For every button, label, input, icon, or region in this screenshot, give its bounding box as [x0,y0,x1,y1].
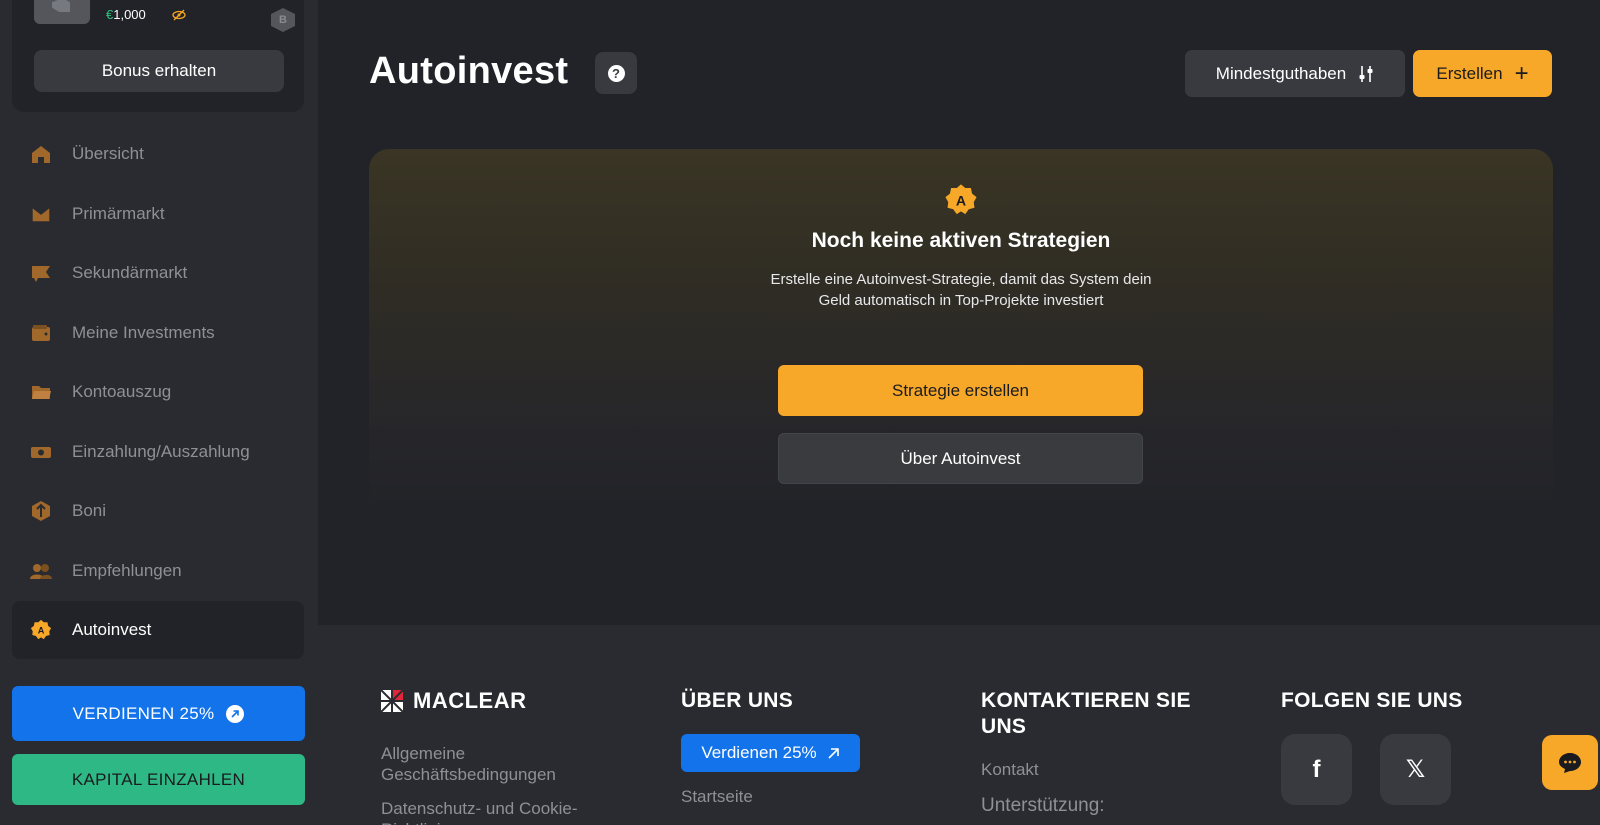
help-button[interactable]: ? [595,52,637,94]
sidebar-item-empfehlungen[interactable]: Empfehlungen [12,542,304,600]
bonus-icon [30,500,52,522]
terms-link[interactable]: Allgemeine Geschäftsbedingungen [381,743,601,785]
contact-heading: KONTAKTIEREN SIE UNS [981,689,1191,738]
deposit-capital-button[interactable]: KAPITAL EINZAHLEN [12,754,305,805]
logo-text: MACLEAR [413,688,527,713]
contact-link[interactable]: Kontakt [981,759,1039,780]
about-us-heading: ÜBER UNS [681,689,794,712]
create-label: Erstellen [1436,63,1503,83]
maclear-logo-icon [381,690,403,712]
sidebar: €1,000 B Bonus erhalten Übersicht Primär… [0,0,318,825]
chat-widget[interactable] [1536,735,1600,795]
sidebar-item-label: Einzahlung/Auszahlung [72,441,250,461]
earn-25-label: VERDIENEN 25% [72,703,215,723]
x-twitter-icon[interactable]: 𝕏 [1380,734,1451,805]
earn-25-button[interactable]: VERDIENEN 25% [12,686,305,741]
chat-icon [1559,752,1581,773]
sidebar-item-label: Meine Investments [72,322,215,342]
empty-state-description: Erstelle eine Autoinvest-Strategie, dami… [770,271,1152,309]
svg-text:A: A [38,626,45,636]
arrow-up-right-icon [828,747,839,759]
sliders-icon [1359,65,1373,82]
earn-chip-label: Verdienen 25% [701,743,817,762]
sidebar-item-label: Primärmarkt [72,203,165,223]
empty-state-title: Noch keine aktiven Strategien [811,229,1111,252]
create-strategy-button[interactable]: Strategie erstellen [778,365,1143,416]
sidebar-item-kontoauszug[interactable]: Kontoauszug [12,363,304,421]
profile-card: €1,000 B Bonus erhalten [12,0,304,112]
home-link[interactable]: Startseite [681,786,753,807]
folder-icon [30,381,52,403]
sidebar-item-label: Autoinvest [72,620,152,639]
earn-25-chip[interactable]: Verdienen 25% [681,734,860,772]
create-button[interactable]: Erstellen + [1413,50,1552,97]
eye-slash-icon[interactable] [172,9,186,24]
min-balance-button[interactable]: Mindestguthaben [1185,50,1405,97]
sidebar-item-sekundaermarkt[interactable]: Sekundärmarkt [12,244,304,302]
cash-icon [30,441,52,463]
min-balance-label: Mindestguthaben [1215,63,1347,83]
plus-icon: + [1514,59,1529,87]
autoinvest-badge-icon: A [945,184,977,215]
arrow-up-right-icon [226,704,245,723]
sidebar-item-label: Boni [72,501,107,520]
balance-value: 1,000 [113,7,146,22]
question-icon: ? [607,64,625,82]
sidebar-nav: Übersicht Primärmarkt Sekundärmarkt Mein… [12,125,304,661]
inbox-icon [30,203,52,225]
follow-us-heading: FOLGEN SIE UNS [1281,689,1463,712]
facebook-icon[interactable]: f [1281,734,1352,805]
autoinvest-icon: A [30,619,52,641]
sidebar-item-label: Empfehlungen [72,560,182,580]
wallet-icon [30,322,52,344]
page-title: Autoinvest [369,50,569,92]
sidebar-item-label: Übersicht [72,144,144,163]
level-badge: B [271,8,295,32]
flag-icon [30,262,52,284]
sidebar-item-label: Sekundärmarkt [72,263,188,282]
empty-state-card: A Noch keine aktiven Strategien Erstelle… [369,149,1553,509]
avatar[interactable] [34,0,90,24]
badge-letter: A [956,194,966,210]
sidebar-item-boni[interactable]: Boni [12,482,304,540]
sidebar-item-primaermarkt[interactable]: Primärmarkt [12,185,304,243]
sidebar-item-label: Kontoauszug [72,382,172,401]
balance-display: €1,000 [106,7,146,22]
users-icon [30,560,52,582]
logo[interactable]: MACLEAR [381,688,527,714]
sidebar-item-meine-investments[interactable]: Meine Investments [12,304,304,362]
footer: MACLEAR Allgemeine Geschäftsbedingungen … [318,625,1600,825]
privacy-link[interactable]: Datenschutz- und Cookie-Richtlinien [381,798,621,825]
bonus-button[interactable]: Bonus erhalten [34,50,284,92]
about-autoinvest-button[interactable]: Über Autoinvest [778,433,1143,484]
home-icon [30,143,52,165]
sidebar-item-einzahlung[interactable]: Einzahlung/Auszahlung [12,423,304,481]
chat-bubble [1542,735,1598,790]
sidebar-item-autoinvest[interactable]: A Autoinvest [12,601,304,659]
sidebar-item-uebersicht[interactable]: Übersicht [12,125,304,183]
support-label: Unterstützung: [981,795,1105,816]
